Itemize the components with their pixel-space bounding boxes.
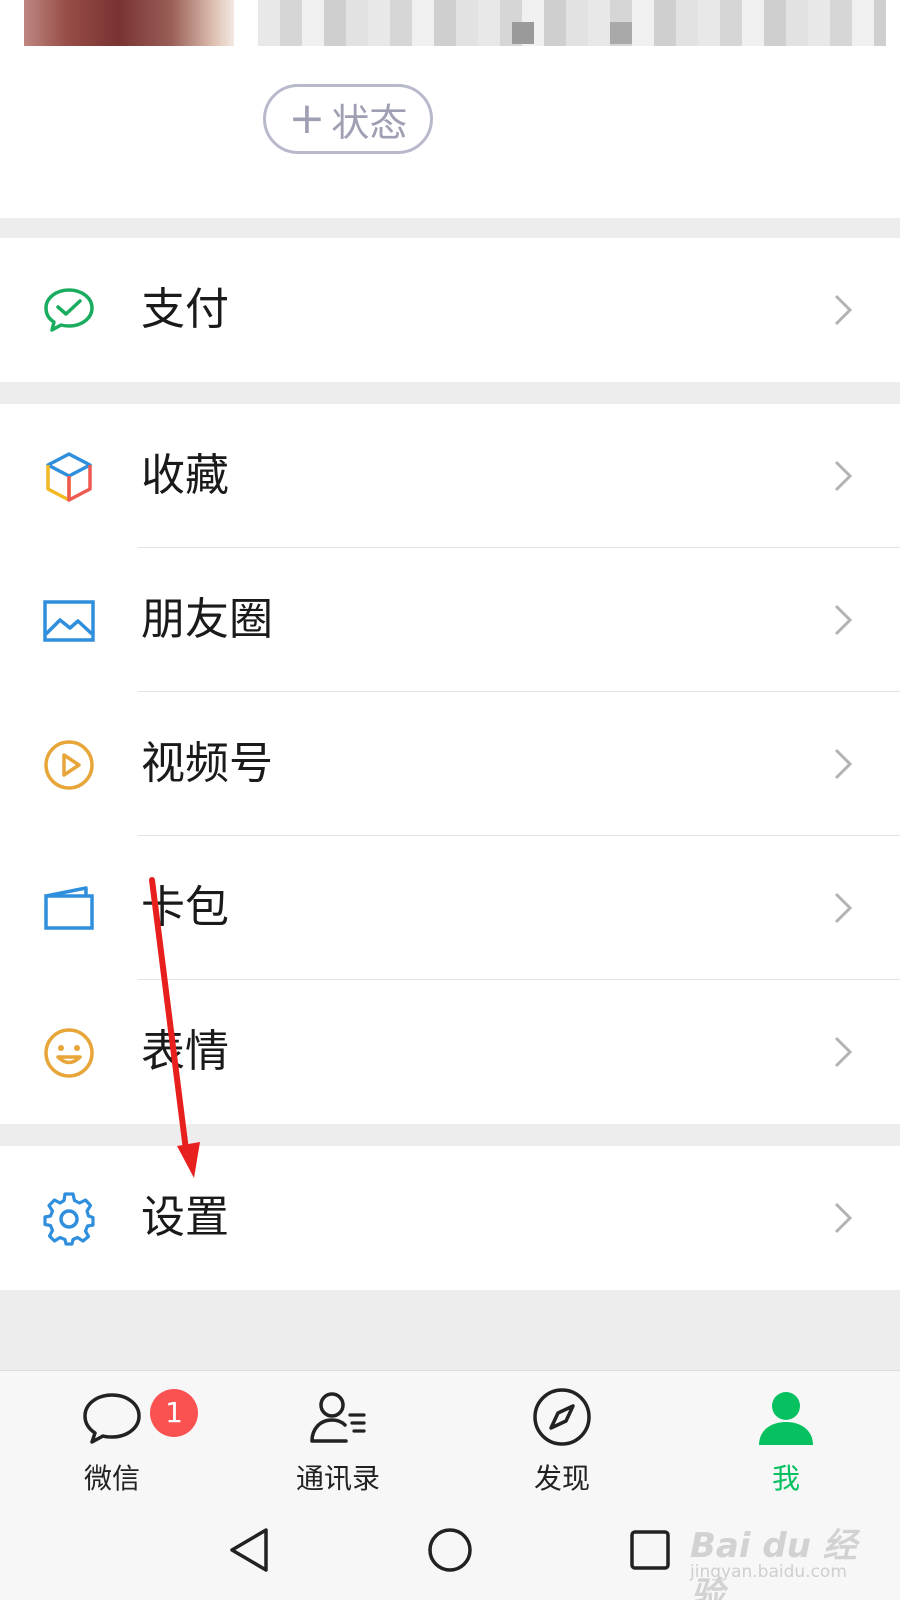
back-icon[interactable] (224, 1524, 276, 1576)
status-label: 状态 (331, 100, 408, 145)
me-page: + 状态 支付 收藏 朋友圈 视频号 卡包 表情 设置 1 微信 通讯录 发现 … (0, 0, 900, 1600)
main-menu-card: 收藏 朋友圈 视频号 卡包 表情 (0, 404, 900, 1124)
add-status-button[interactable]: + 状态 (263, 84, 433, 154)
menu-label-favorites: 收藏 (141, 450, 229, 501)
menu-item-favorites[interactable]: 收藏 (0, 404, 900, 548)
menu-item-settings[interactable]: 设置 (0, 1146, 900, 1290)
menu-label-channels: 视频号 (141, 738, 273, 789)
menu-item-stickers[interactable]: 表情 (0, 980, 900, 1124)
tab-me[interactable]: 我 (696, 1371, 876, 1499)
tab-contacts[interactable]: 通讯录 (248, 1371, 428, 1499)
pay-card: 支付 (0, 238, 900, 382)
chevron-right-icon (834, 892, 853, 924)
play-circle-icon (44, 740, 94, 790)
menu-label-stickers: 表情 (141, 1026, 229, 1077)
settings-card: 设置 (0, 1146, 900, 1290)
menu-label-settings: 设置 (141, 1192, 229, 1243)
tab-chats[interactable]: 1 微信 (22, 1371, 202, 1499)
menu-label-cards: 卡包 (141, 882, 229, 933)
person-icon (759, 1392, 813, 1445)
status-plus: + (288, 93, 326, 144)
profile-name-blurred (258, 0, 886, 46)
chevron-right-icon (834, 460, 853, 492)
menu-item-moments[interactable]: 朋友圈 (0, 548, 900, 692)
home-icon[interactable] (424, 1524, 476, 1576)
tab-label-discover: 发现 (533, 1462, 590, 1495)
cube-icon (46, 452, 92, 502)
pay-check-bubble-icon (44, 288, 94, 332)
chevron-right-icon (834, 748, 853, 780)
smiley-icon (44, 1028, 94, 1078)
wallet-icon (44, 886, 94, 930)
tab-label-me: 我 (771, 1462, 800, 1495)
menu-label-pay: 支付 (141, 284, 229, 335)
menu-item-channels[interactable]: 视频号 (0, 692, 900, 836)
menu-item-cards[interactable]: 卡包 (0, 836, 900, 980)
compass-icon (533, 1388, 591, 1446)
chevron-right-icon (834, 294, 853, 326)
profile-header[interactable]: + 状态 (0, 0, 900, 218)
chevron-right-icon (834, 604, 853, 636)
watermark-url: jingyan.baidu.com (690, 1562, 847, 1582)
tab-discover[interactable]: 发现 (472, 1371, 652, 1499)
watermark-brand: Bai du 经验 (690, 1526, 857, 1600)
chevron-right-icon (834, 1036, 853, 1068)
recents-icon[interactable] (624, 1524, 676, 1576)
chat-bubble-icon (83, 1393, 141, 1444)
gear-icon (43, 1192, 95, 1246)
contacts-icon (310, 1392, 366, 1443)
menu-item-pay[interactable]: 支付 (0, 238, 900, 382)
unread-badge: 1 (150, 1389, 198, 1437)
avatar[interactable] (24, 0, 234, 46)
menu-label-moments: 朋友圈 (141, 594, 273, 645)
baidu-jingyan-watermark: Bai du 经验 jingyan.baidu.com (690, 1518, 890, 1600)
tab-label-contacts: 通讯录 (295, 1462, 380, 1495)
tab-label-chats: 微信 (83, 1462, 140, 1495)
picture-icon (43, 600, 95, 642)
bottom-tab-bar: 1 微信 通讯录 发现 我 (0, 1370, 900, 1499)
chevron-right-icon (834, 1202, 853, 1234)
